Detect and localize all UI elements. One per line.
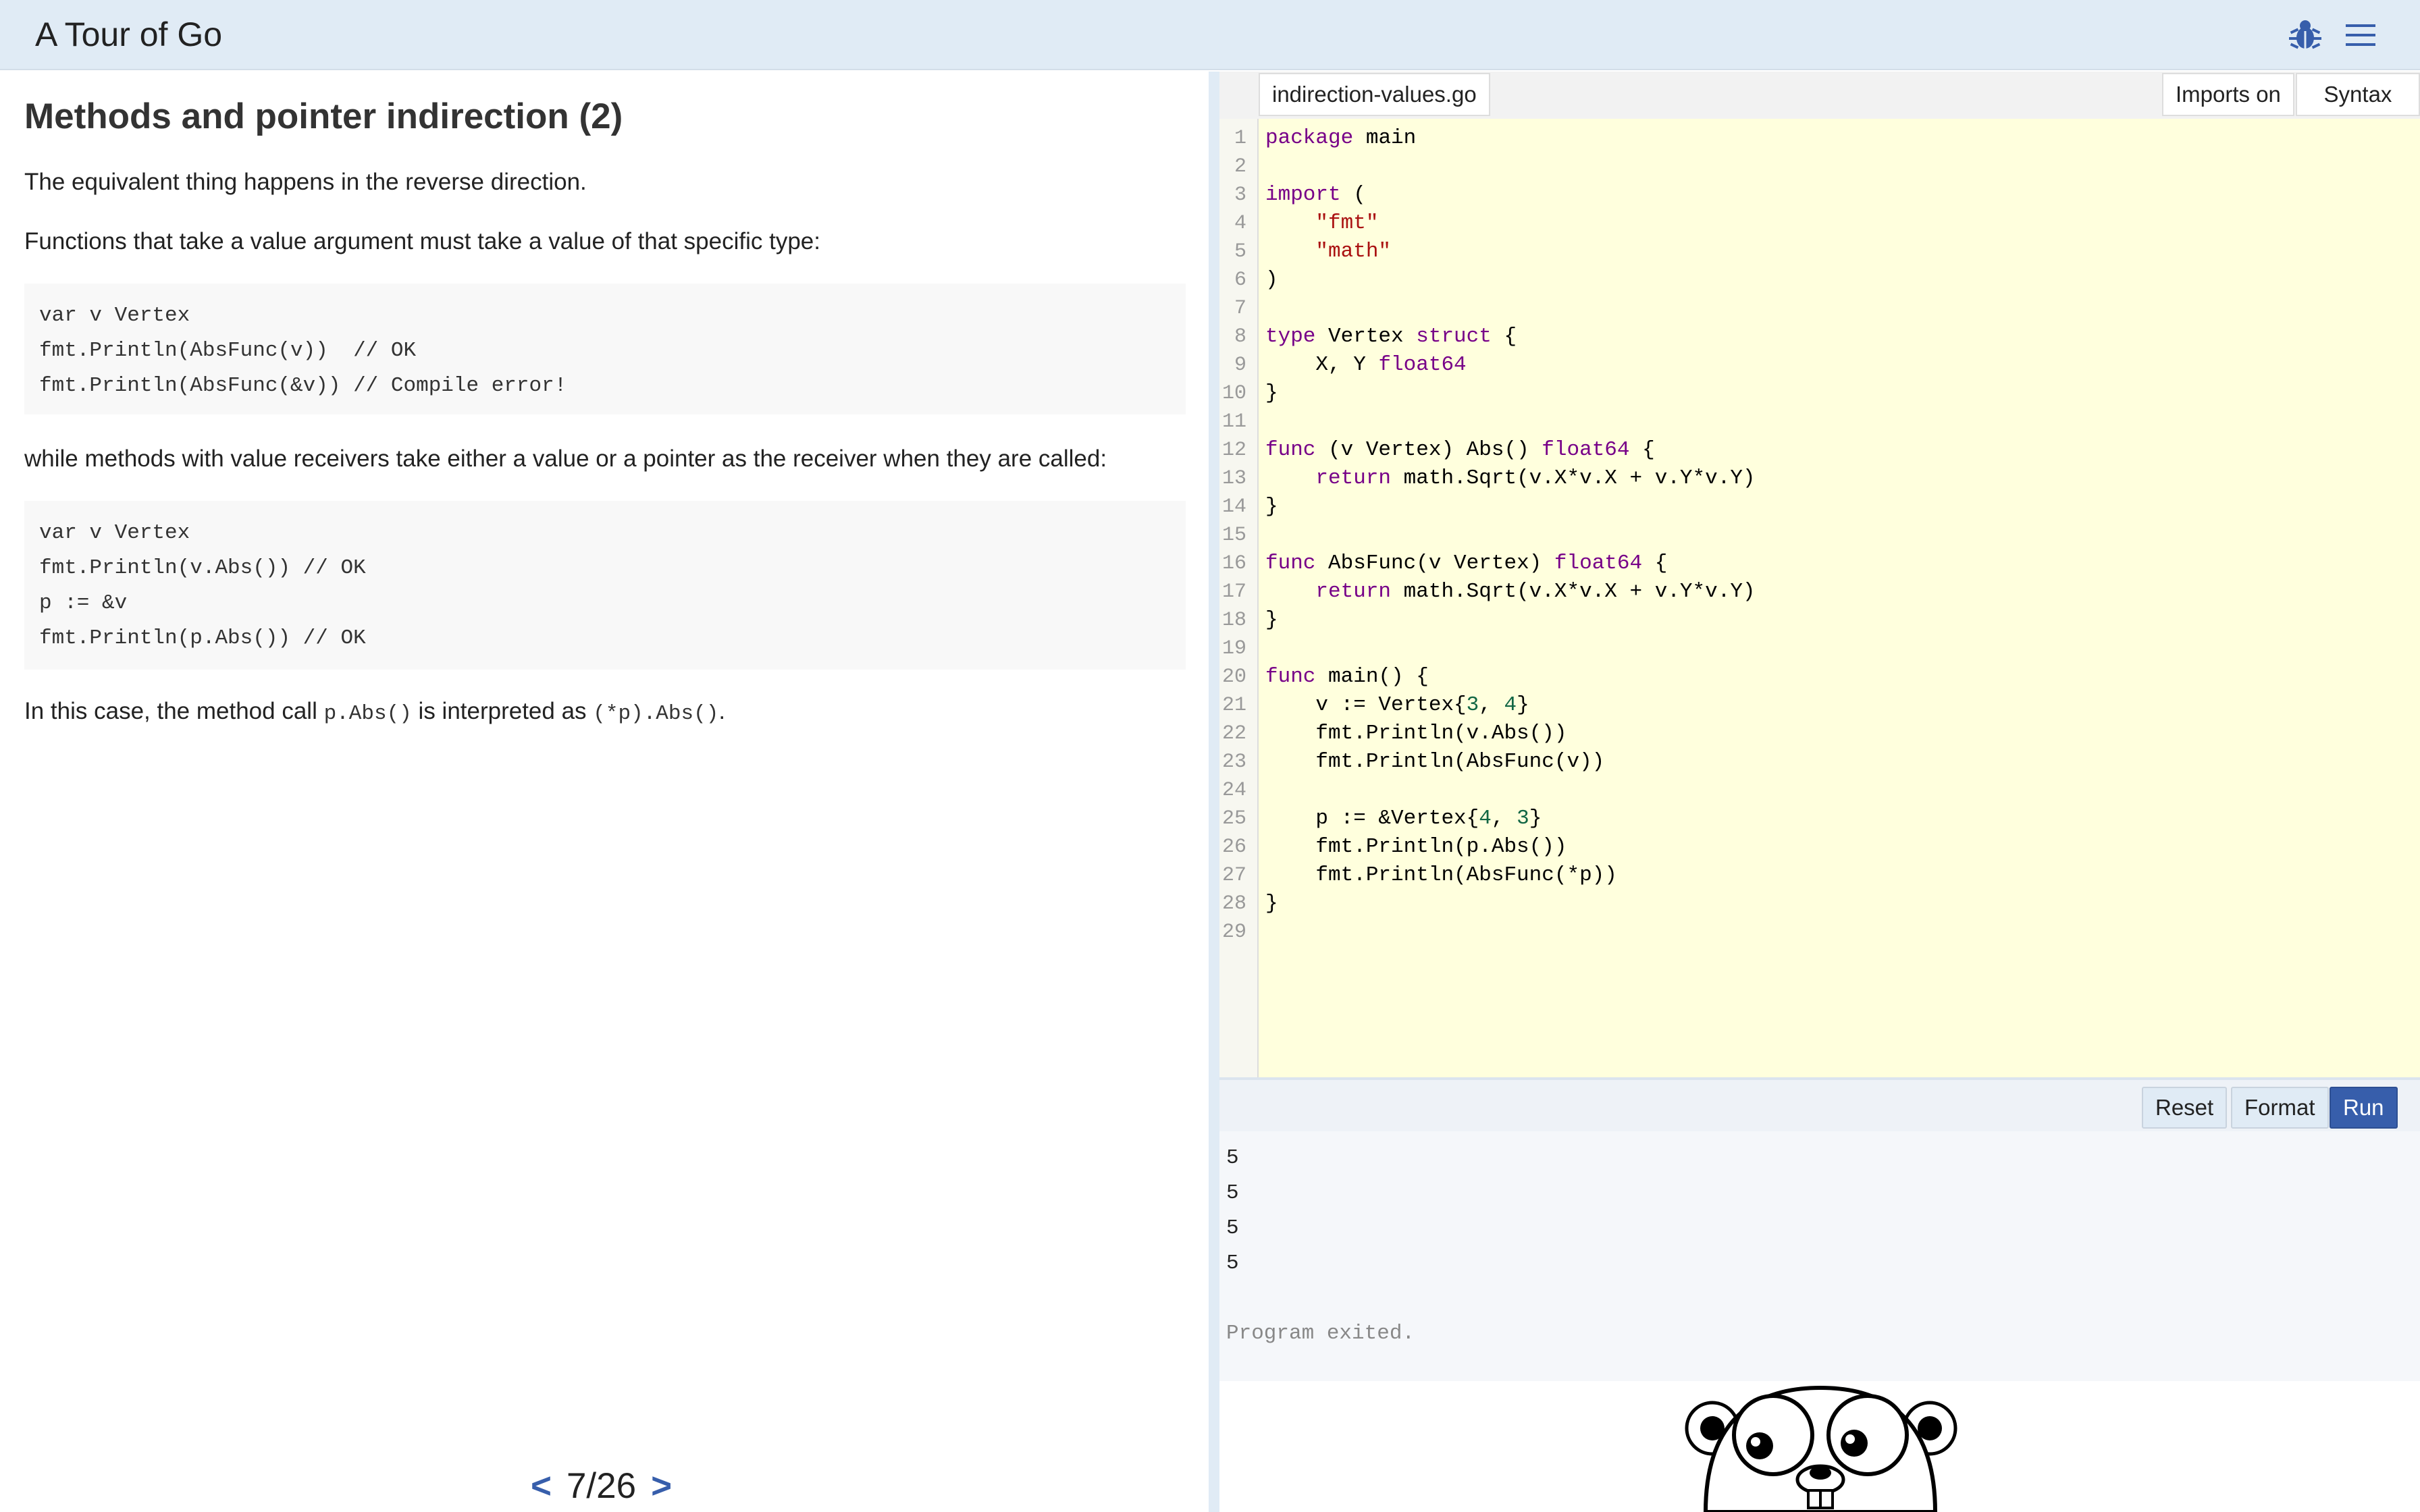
line-number: 19 [1221, 637, 1246, 660]
code-line[interactable]: fmt.Println(AbsFunc(v)) [1265, 748, 1604, 776]
line-number: 27 [1221, 864, 1246, 887]
format-button[interactable]: Format [2231, 1087, 2329, 1129]
code-editor[interactable]: 1 2 3 4 5 6 7 8 9 10 11 12 13 14 15 16 17 18 19 20 21 22 23 24 2… [1219, 119, 2420, 1077]
output-line: 5 [1226, 1146, 1239, 1170]
line-number: 12 [1221, 439, 1246, 462]
lesson-paragraph-4: In this case, the method call p.Abs() is… [24, 698, 725, 726]
para4-suffix: . [718, 698, 726, 724]
line-number: 10 [1221, 382, 1246, 405]
code-line[interactable]: func main() { [1265, 663, 1429, 691]
lesson-pane: Methods and pointer indirection (2) The … [0, 72, 1209, 1512]
line-number: 2 [1234, 155, 1246, 178]
lesson-paragraph-1: The equivalent thing happens in the reve… [24, 169, 587, 195]
line-number: 28 [1221, 892, 1246, 915]
code-line[interactable]: } [1265, 379, 1278, 408]
code-line[interactable]: return math.Sqrt(v.X*v.X + v.Y*v.Y) [1265, 464, 1755, 493]
code-line[interactable]: func (v Vertex) Abs() float64 { [1265, 436, 1655, 464]
line-number-gutter: 1 2 3 4 5 6 7 8 9 10 11 12 13 14 15 16 17 18 19 20 21 22 23 24 2… [1219, 119, 1259, 1077]
line-number: 1 [1234, 127, 1246, 150]
lesson-paragraph-2: Functions that take a value argument mus… [24, 228, 820, 254]
line-number: 20 [1221, 666, 1246, 688]
prev-page-button[interactable]: < [524, 1465, 558, 1507]
reset-button[interactable]: Reset [2142, 1087, 2228, 1129]
file-tab[interactable]: indirection-values.go [1259, 73, 1490, 116]
output-line: 5 [1226, 1216, 1239, 1240]
code-line[interactable]: package main [1265, 124, 1416, 153]
para4-mid: is interpreted as [411, 698, 594, 724]
code-line[interactable]: fmt.Println(p.Abs()) [1265, 833, 1567, 861]
editor-header: indirection-values.go Imports on Syntax … [1219, 72, 2420, 147]
syntax-toggle-button[interactable]: Syntax on [2296, 73, 2420, 147]
line-number: 6 [1234, 269, 1246, 292]
code-line[interactable]: ) [1265, 266, 1278, 294]
line-number: 13 [1221, 467, 1246, 490]
line-number: 14 [1221, 495, 1246, 518]
line-number: 3 [1234, 184, 1246, 207]
menu-icon[interactable] [2342, 16, 2379, 54]
para4-prefix: In this case, the method call [24, 698, 324, 724]
gopher-mascot-icon [1685, 1385, 1957, 1512]
output-line: 5 [1226, 1251, 1239, 1275]
app-title[interactable]: A Tour of Go [35, 15, 222, 54]
code-line[interactable]: X, Y float64 [1265, 351, 1466, 379]
program-exit-message: Program exited. [1226, 1322, 1415, 1345]
program-output: 5 5 5 5 Program exited. [1219, 1131, 2420, 1381]
next-page-button[interactable]: > [644, 1465, 679, 1507]
line-number: 29 [1221, 921, 1246, 944]
line-number: 5 [1234, 240, 1246, 263]
code-line[interactable]: } [1265, 493, 1278, 521]
code-line[interactable]: import ( [1265, 181, 1366, 209]
line-number: 26 [1221, 836, 1246, 859]
page-counter: 7/26 [566, 1465, 637, 1506]
run-button[interactable]: Run [2330, 1087, 2398, 1129]
playground-pane: indirection-values.go Imports on Syntax … [1219, 72, 2420, 1512]
code-line[interactable]: fmt.Println(AbsFunc(*p)) [1265, 861, 1616, 890]
imports-toggle-button[interactable]: Imports on [2162, 73, 2294, 116]
code-line[interactable]: "math" [1265, 238, 1391, 266]
line-number: 11 [1221, 410, 1246, 433]
output-toolbar: Reset Format Run [1219, 1077, 2420, 1131]
code-line[interactable]: } [1265, 890, 1278, 918]
pager: < 7/26 > [524, 1462, 679, 1509]
lesson-title: Methods and pointer indirection (2) [24, 97, 623, 136]
line-number: 8 [1234, 325, 1246, 348]
code-line[interactable]: v := Vertex{3, 4} [1265, 691, 1529, 720]
bug-icon[interactable] [2286, 16, 2324, 54]
lesson-code-block-1: var v Vertex fmt.Println(AbsFunc(v)) // … [24, 284, 1186, 414]
line-number: 17 [1221, 580, 1246, 603]
inline-code-deref-abs: (*p).Abs() [593, 702, 719, 726]
line-number: 23 [1221, 751, 1246, 774]
line-number: 4 [1234, 212, 1246, 235]
line-number: 15 [1221, 524, 1246, 547]
line-number: 24 [1221, 779, 1246, 802]
code-line[interactable]: fmt.Println(v.Abs()) [1265, 720, 1567, 748]
inline-code-p-abs: p.Abs() [323, 702, 412, 726]
output-line: 5 [1226, 1181, 1239, 1205]
top-bar: A Tour of Go [0, 0, 2420, 70]
code-line[interactable]: p := &Vertex{4, 3} [1265, 805, 1542, 833]
line-number: 7 [1234, 297, 1246, 320]
line-number: 22 [1221, 722, 1246, 745]
line-number: 21 [1221, 694, 1246, 717]
line-number: 16 [1221, 552, 1246, 575]
lesson-paragraph-3: while methods with value receivers take … [24, 446, 1107, 472]
code-line[interactable]: type Vertex struct { [1265, 323, 1517, 351]
line-number: 18 [1221, 609, 1246, 632]
code-line[interactable]: func AbsFunc(v Vertex) float64 { [1265, 549, 1667, 578]
code-line[interactable]: return math.Sqrt(v.X*v.X + v.Y*v.Y) [1265, 578, 1755, 606]
line-number: 9 [1234, 354, 1246, 377]
lesson-code-block-2: var v Vertex fmt.Println(v.Abs()) // OK … [24, 501, 1186, 670]
line-number: 25 [1221, 807, 1246, 830]
pane-splitter[interactable] [1209, 72, 1219, 1512]
code-line[interactable]: } [1265, 606, 1278, 634]
code-line[interactable]: "fmt" [1265, 209, 1378, 238]
